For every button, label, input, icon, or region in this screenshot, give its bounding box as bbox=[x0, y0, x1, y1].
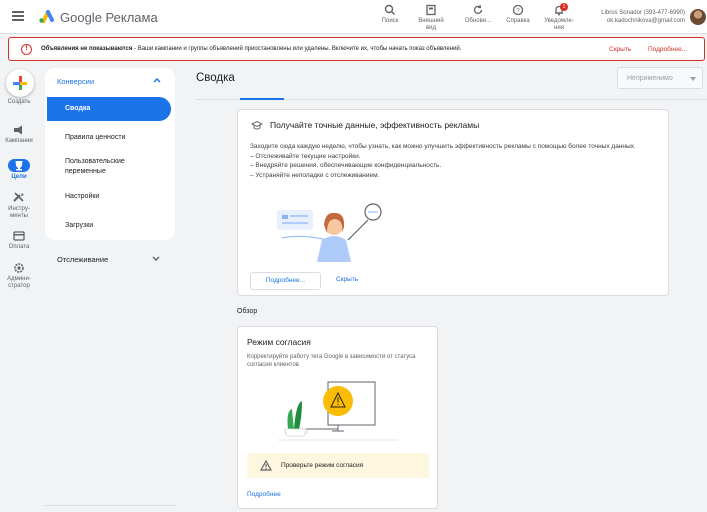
tools-label[interactable]: Инстру-менты bbox=[0, 206, 38, 220]
create-label: Создать bbox=[7, 99, 31, 105]
goals-label[interactable]: Цели bbox=[0, 174, 38, 181]
help-icon: ? bbox=[512, 4, 524, 16]
alert-more-link[interactable]: Подробнее... bbox=[648, 46, 687, 53]
search-icon bbox=[384, 4, 395, 15]
campaigns-label[interactable]: Кампании bbox=[0, 138, 38, 145]
appearance-icon bbox=[426, 4, 436, 16]
alert-hide-link[interactable]: Скрыть bbox=[609, 46, 631, 53]
promo-more-button[interactable]: Подробнее... bbox=[250, 272, 321, 290]
subnav-tracking[interactable]: Отслеживание bbox=[57, 255, 108, 264]
menu-icon[interactable] bbox=[12, 11, 24, 21]
consent-mode-card: Режим согласия Корректируйте работу тега… bbox=[237, 326, 438, 509]
promo-body: Заходите сюда каждую неделю, чтобы узнат… bbox=[250, 142, 666, 180]
left-nav: Создать Кампании Цели Инстру-менты Оплат… bbox=[0, 64, 38, 512]
refresh-label: Обнови... bbox=[464, 18, 492, 24]
subnav-item-value-rules[interactable]: Правила ценности bbox=[65, 133, 125, 143]
google-ads-logo bbox=[39, 10, 54, 23]
promo-card: Получайте точные данные, эффективность р… bbox=[237, 109, 669, 296]
chevron-up-icon[interactable] bbox=[152, 76, 162, 84]
search-button[interactable]: Поиск bbox=[372, 4, 408, 25]
subnav-item-custom-variables[interactable]: Пользовательские переменные bbox=[65, 157, 155, 177]
billing-label[interactable]: Оплата bbox=[0, 244, 38, 251]
consent-warning: Проверьте режим согласия bbox=[247, 453, 429, 478]
subnav-item-summary[interactable]: Сводка bbox=[47, 97, 171, 121]
alert-title: Объявления не показываются bbox=[41, 46, 133, 52]
promo-title: Получайте точные данные, эффективность р… bbox=[270, 120, 480, 130]
dropdown-arrow-icon bbox=[690, 77, 696, 81]
search-label: Поиск bbox=[381, 18, 399, 24]
error-icon: ! bbox=[21, 44, 32, 55]
refresh-button[interactable]: Обнови... bbox=[460, 4, 496, 25]
appearance-label: Внешний вид bbox=[418, 18, 444, 31]
nav-divider bbox=[45, 505, 175, 506]
conversions-subnav: Конверсии Сводка Правила ценности Пользо… bbox=[45, 68, 175, 240]
admin-gear-icon[interactable] bbox=[12, 262, 26, 274]
create-button[interactable] bbox=[6, 69, 34, 97]
promo-body-bullet-3: – Устраняйте неполадки с отслеживанием. bbox=[250, 171, 380, 179]
alert-body: - Ваши кампании и группы объявлений прио… bbox=[132, 46, 462, 52]
promo-hide-button[interactable]: Скрыть bbox=[336, 276, 358, 283]
notifications-label: Уведомле-ния bbox=[544, 18, 574, 31]
monitor-illustration bbox=[278, 381, 398, 441]
subnav-item-uploads[interactable]: Загрузки bbox=[65, 221, 93, 231]
account-name: Libros Sonador (393-477-6990) bbox=[601, 10, 685, 16]
top-bar: Google Реклама Поиск Внешний вид Обнови.… bbox=[0, 0, 707, 34]
trophy-icon bbox=[15, 161, 23, 171]
tools-icon[interactable] bbox=[12, 191, 26, 203]
status-select-value: Неприменимо bbox=[627, 75, 673, 82]
analytics-illustration bbox=[277, 203, 382, 262]
notification-badge: 1 bbox=[560, 3, 568, 11]
subnav-item-settings[interactable]: Настройки bbox=[65, 192, 99, 202]
promo-body-bullet-2: – Внедряйте решения, обеспечивающие конф… bbox=[250, 162, 442, 169]
account-info[interactable]: Libros Sonador (393-477-6990) ok.kadochn… bbox=[585, 9, 685, 25]
avatar[interactable] bbox=[690, 9, 706, 25]
svg-text:?: ? bbox=[516, 8, 520, 14]
page-title: Сводка bbox=[196, 72, 235, 84]
promo-body-bullet-1: – Отслеживайте текущие настройки. bbox=[250, 152, 361, 160]
active-tab-indicator bbox=[240, 98, 284, 100]
help-label: Справка bbox=[506, 18, 530, 24]
alert-message: Объявления не показываются - Ваши кампан… bbox=[41, 46, 461, 52]
consent-more-link[interactable]: Подробнее bbox=[247, 491, 281, 498]
brand-name: Google Реклама bbox=[60, 10, 158, 25]
conversions-section-header[interactable]: Конверсии bbox=[57, 77, 94, 86]
graduation-cap-icon bbox=[251, 120, 263, 130]
refresh-icon bbox=[473, 4, 483, 14]
promo-body-intro: Заходите сюда каждую неделю, чтобы узнат… bbox=[250, 143, 636, 150]
notifications-button[interactable]: 1 Уведомле-ния bbox=[541, 3, 577, 32]
admin-label[interactable]: Админи-стратор bbox=[0, 276, 38, 290]
chevron-down-icon[interactable] bbox=[151, 255, 161, 263]
account-email: ok.kadochnikova@gmail.com bbox=[606, 18, 685, 24]
subnav-item-summary-label: Сводка bbox=[65, 105, 91, 112]
consent-warning-text: Проверьте режим согласия bbox=[281, 462, 364, 469]
consent-title: Режим согласия bbox=[247, 337, 311, 347]
goals-nav-item[interactable] bbox=[8, 159, 30, 172]
warning-icon bbox=[260, 460, 272, 471]
alert-banner: ! Объявления не показываются - Ваши камп… bbox=[8, 37, 705, 61]
status-select[interactable]: Неприменимо bbox=[617, 67, 703, 89]
appearance-button[interactable]: Внешний вид bbox=[413, 4, 449, 32]
consent-description: Корректируйте работу тега Google в завис… bbox=[247, 354, 416, 368]
overview-heading: Обзор bbox=[237, 308, 258, 315]
help-button[interactable]: ? Справка bbox=[500, 4, 536, 25]
billing-icon[interactable] bbox=[12, 230, 26, 242]
campaigns-icon[interactable] bbox=[12, 124, 26, 136]
